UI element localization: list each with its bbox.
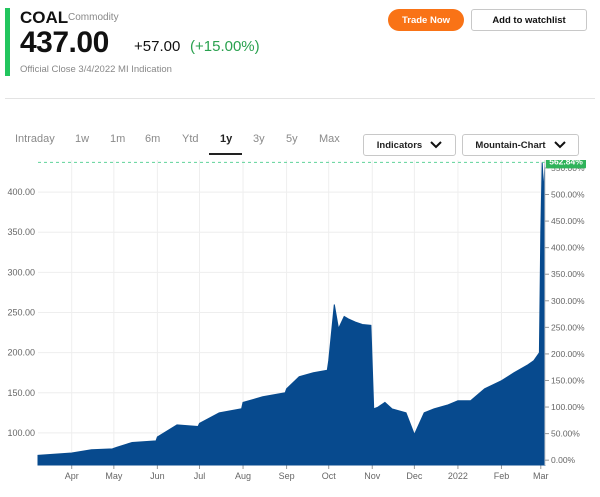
x-axis-label: Oct xyxy=(322,471,337,481)
chart-type-dropdown[interactable]: Mountain-Chart xyxy=(462,134,579,156)
price-chart[interactable]: 100.00 150.00 200.00 250.00 300.00 350.00 400.… xyxy=(0,160,600,497)
x-axis-label: Nov xyxy=(364,471,381,481)
y-axis-label-right: 150.00% xyxy=(551,375,585,385)
y-axis-label-right: 250.00% xyxy=(551,322,585,332)
price-change: +57.00 xyxy=(134,38,181,55)
tab-1y[interactable]: 1y xyxy=(220,133,232,145)
tab-5y[interactable]: 5y xyxy=(286,133,298,145)
x-axis-label: 2022 xyxy=(448,471,468,481)
tab-intraday[interactable]: Intraday xyxy=(15,133,55,145)
y-axis-label-left: 150.00 xyxy=(7,388,35,398)
x-axis-label: Apr xyxy=(65,471,79,481)
y-axis-label-left: 100.00 xyxy=(7,428,35,438)
indicators-label: Indicators xyxy=(376,139,423,151)
accent-bar xyxy=(5,8,10,76)
x-axis-label: May xyxy=(105,471,123,481)
y-axis-label-right: 50.00% xyxy=(551,429,580,439)
x-axis-label: Sep xyxy=(279,471,295,481)
trade-now-button[interactable]: Trade Now xyxy=(388,9,464,31)
symbol: COAL xyxy=(20,8,69,27)
y-axis-label-right: 100.00% xyxy=(551,402,585,412)
tab-6m[interactable]: 6m xyxy=(145,133,160,145)
y-axis-label-left: 200.00 xyxy=(7,348,35,358)
y-axis-label-left: 250.00 xyxy=(7,308,35,318)
y-axis-label-right: 400.00% xyxy=(551,243,585,253)
y-axis-label-right: 200.00% xyxy=(551,349,585,359)
y-axis-label-right: 350.00% xyxy=(551,269,585,279)
tab-1w[interactable]: 1w xyxy=(75,133,89,145)
asset-type: Commodity xyxy=(68,12,119,23)
y-axis-label-right: 300.00% xyxy=(551,296,585,306)
y-axis-label-left: 400.00 xyxy=(7,187,35,197)
y-axis-label-right: 450.00% xyxy=(551,216,585,226)
chart-type-label: Mountain-Chart xyxy=(475,139,546,151)
tab-1m[interactable]: 1m xyxy=(110,133,125,145)
y-axis-label-right: 500.00% xyxy=(551,190,585,200)
official-close-info: Official Close 3/4/2022 MI Indication xyxy=(20,64,172,75)
x-axis-label: Feb xyxy=(494,471,510,481)
price-change-percent: (+15.00%) xyxy=(190,38,260,55)
x-axis-label: Dec xyxy=(406,471,423,481)
x-axis-label: Aug xyxy=(235,471,251,481)
chevron-down-icon xyxy=(553,141,566,149)
y-axis-label-right: 0.00% xyxy=(551,455,576,465)
y-axis-label-left: 350.00 xyxy=(7,227,35,237)
x-axis-label: Jul xyxy=(194,471,206,481)
y-axis-label-left: 300.00 xyxy=(7,267,35,277)
change-badge: 562.84% xyxy=(546,160,586,169)
add-to-watchlist-button[interactable]: Add to watchlist xyxy=(471,9,587,31)
tab-max[interactable]: Max xyxy=(319,133,340,145)
x-axis-label: Mar xyxy=(533,471,549,481)
tab-ytd[interactable]: Ytd xyxy=(182,133,199,145)
indicators-dropdown[interactable]: Indicators xyxy=(363,134,456,156)
change-badge-text: 562.84% xyxy=(549,160,583,166)
tab-3y[interactable]: 3y xyxy=(253,133,265,145)
active-tab-indicator xyxy=(209,153,242,155)
header-divider xyxy=(5,98,595,99)
price: 437.00 xyxy=(20,26,109,59)
x-axis-label: Jun xyxy=(150,471,165,481)
chevron-down-icon xyxy=(430,141,442,149)
